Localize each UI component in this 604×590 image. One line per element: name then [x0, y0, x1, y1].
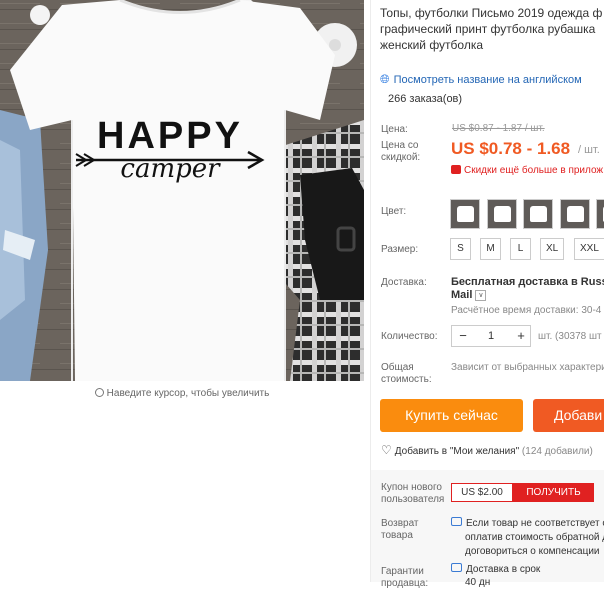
product-photo: HAPPY camper	[0, 0, 364, 381]
translate-icon: 🌐︎	[380, 72, 390, 86]
return-icon	[451, 517, 462, 526]
quantity-input[interactable]: 1	[477, 326, 505, 346]
guarantee-label: Гарантии продавца:	[381, 566, 429, 589]
original-price: US $0.87 - 1.87 / шт.	[452, 123, 545, 134]
app-promo-link[interactable]: Скидки ещё больше в прилож	[451, 164, 603, 176]
shipping-method[interactable]: Mail ∨	[451, 289, 487, 301]
product-image[interactable]: HAPPY camper	[0, 0, 364, 381]
size-option-xl[interactable]: XL	[540, 238, 565, 260]
color-label: Цвет:	[381, 206, 407, 217]
shipping-summary: Бесплатная доставка в Russian	[451, 276, 604, 288]
quantity-stepper: − 1 +	[451, 325, 531, 347]
color-option[interactable]	[560, 199, 590, 229]
wishlist-link[interactable]: ♡ Добавить в "Мои желания" (124 добавили)	[381, 443, 593, 457]
return-label: Возврат товара	[381, 518, 419, 541]
print-subtitle: camper	[120, 154, 221, 184]
increase-button[interactable]: +	[515, 326, 527, 346]
phone-icon	[451, 165, 461, 174]
price-label: Цена:	[381, 124, 408, 135]
add-to-cart-button[interactable]: Добави	[533, 399, 604, 432]
coupon-value: US $2.00	[451, 483, 513, 502]
color-option[interactable]	[596, 199, 604, 229]
orders-count: 266 заказа(ов)	[388, 93, 463, 105]
return-line-2: оплатив стоимость обратной д	[465, 532, 604, 543]
chevron-down-icon: ∨	[475, 289, 487, 301]
magnifier-icon	[94, 388, 104, 397]
total-label: Общая стоимость:	[381, 362, 432, 385]
wishlist-count: (124 добавили)	[521, 446, 593, 457]
get-coupon-button[interactable]: ПОЛУЧИТЬ	[513, 483, 594, 502]
size-option-xxl[interactable]: XXL	[574, 238, 604, 260]
stock-info: шт. (30378 шт	[538, 331, 602, 342]
heart-icon: ♡	[381, 443, 392, 457]
discounted-price: US $0.78 - 1.68	[451, 139, 571, 158]
discount-price-label: Цена со скидкой:	[381, 140, 421, 163]
coupon-label: Купон нового пользователя	[381, 482, 445, 505]
total-value: Зависит от выбранных характери	[451, 362, 604, 373]
buy-now-button[interactable]: Купить сейчас	[380, 399, 523, 432]
size-option-l[interactable]: L	[510, 238, 531, 260]
translate-link[interactable]: 🌐︎ Посмотреть название на английском	[380, 72, 582, 87]
product-title: Топы, футболки Письмо 2019 одежда ф граф…	[380, 6, 603, 52]
size-option-s[interactable]: S	[450, 238, 471, 260]
color-option[interactable]	[450, 199, 480, 229]
color-option[interactable]	[523, 199, 553, 229]
print-title: HAPPY	[97, 115, 243, 157]
shipping-label: Доставка:	[381, 277, 427, 288]
return-line-3: договориться о компенсации	[465, 546, 600, 557]
price-unit: / шт.	[578, 144, 600, 156]
delivery-time: Расчётное время доставки: 30-4	[451, 305, 602, 316]
size-option-m[interactable]: M	[480, 238, 501, 260]
zoom-hint: Наведите курсор, чтобы увеличить	[0, 387, 364, 399]
decrease-button[interactable]: −	[457, 326, 469, 346]
guarantee-line-1: Доставка в срок	[451, 563, 540, 577]
guarantee-line-2: 40 дн	[465, 577, 491, 588]
size-label: Размер:	[381, 244, 419, 255]
color-option[interactable]	[487, 199, 517, 229]
truck-icon	[451, 563, 462, 572]
quantity-label: Количество:	[381, 331, 438, 342]
return-line-1: Если товар не соответствует о	[451, 517, 604, 531]
